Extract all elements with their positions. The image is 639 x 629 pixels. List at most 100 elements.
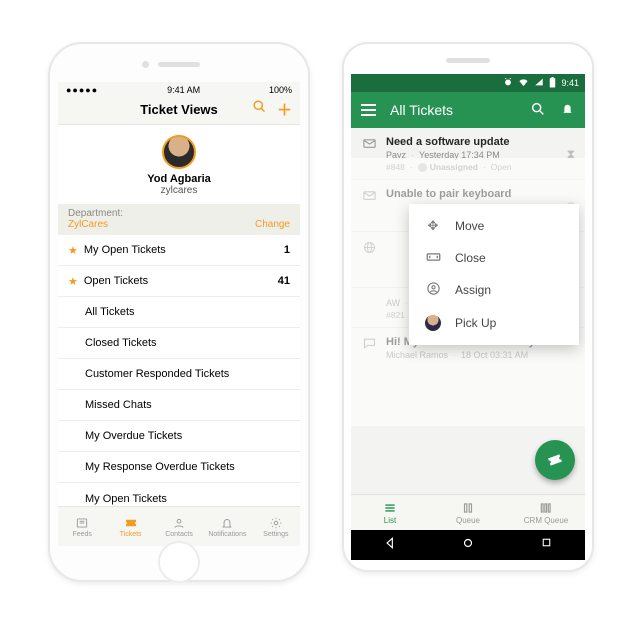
ticket-from: AW [386, 298, 400, 308]
ticket-row[interactable]: Need a software update Pavz · Yesterday … [351, 128, 585, 180]
tab-label: Notifications [208, 531, 246, 538]
globe-icon [361, 240, 377, 280]
home-button[interactable] [158, 541, 200, 583]
view-row[interactable]: ★ Open Tickets 41 [58, 266, 300, 297]
search-icon[interactable] [530, 101, 546, 120]
tab-label: List [384, 516, 396, 525]
status-time: 9:41 [561, 78, 579, 88]
android-toolbar: All Tickets [351, 92, 585, 128]
android-speaker [446, 58, 490, 63]
view-row[interactable]: ★My Open Tickets 1 [58, 235, 300, 266]
view-row[interactable]: Customer Responded Tickets [58, 359, 300, 390]
assign-icon [425, 281, 441, 299]
close-icon [425, 250, 441, 265]
menu-icon[interactable] [361, 104, 376, 116]
tab-settings[interactable]: Settings [252, 507, 300, 546]
tab-label: CRM Queue [524, 516, 568, 525]
department-label: Department: [68, 208, 123, 219]
status-time: 9:41 AM [167, 85, 200, 95]
move-icon: ✥ [425, 218, 441, 234]
tab-list[interactable]: List [351, 495, 429, 530]
view-label: My Open Tickets [85, 493, 167, 505]
ticket-when: 18 Oct 03:31 AM [461, 350, 528, 360]
department-bar: Department: ZylCares Change [58, 204, 300, 235]
menu-pickup[interactable]: Pick Up [409, 307, 579, 339]
view-label: Customer Responded Tickets [85, 368, 229, 380]
bell-icon[interactable] [560, 101, 575, 120]
change-department-button[interactable]: Change [255, 219, 290, 230]
profile-block[interactable]: Yod Agbaria zylcares [58, 125, 300, 204]
android-screen: 9:41 All Tickets [351, 74, 585, 560]
view-label: Closed Tickets [85, 337, 157, 349]
tab-label: Settings [263, 531, 288, 538]
ticket-when: Yesterday 17:34 PM [419, 150, 500, 160]
unassigned-icon [418, 163, 427, 172]
android-status-bar: 9:41 [351, 74, 585, 92]
menu-label: Move [455, 219, 484, 233]
star-icon: ★ [68, 275, 78, 288]
star-icon: ★ [68, 244, 78, 257]
ticket-from: Michael Ramos [386, 350, 448, 360]
battery-icon [549, 77, 556, 90]
tab-crm-queue[interactable]: CRM Queue [507, 495, 585, 530]
ios-header: Ticket Views ＋ [58, 95, 300, 125]
chat-icon [361, 336, 377, 360]
view-row[interactable]: My Overdue Tickets [58, 421, 300, 452]
fab-button[interactable] [535, 440, 575, 480]
iphone-speaker [158, 62, 200, 67]
nav-home[interactable] [461, 536, 475, 555]
wifi-icon [518, 77, 529, 90]
tab-notifications[interactable]: Notifications [203, 507, 251, 546]
view-label: Open Tickets [84, 275, 148, 287]
profile-org: zylcares [58, 185, 300, 196]
add-icon[interactable]: ＋ [277, 99, 292, 120]
ticket-state: Open [491, 162, 512, 172]
hourglass-icon: ⧗ [567, 147, 575, 162]
tab-feeds[interactable]: Feeds [58, 507, 106, 546]
menu-close[interactable]: Close [409, 242, 579, 273]
view-count: 1 [284, 244, 290, 256]
menu-assign[interactable]: Assign [409, 273, 579, 307]
iphone-frame: ●●●●● 9:41 AM 100% Ticket Views ＋ Yod Ag… [48, 42, 310, 582]
tab-label: Contacts [165, 531, 193, 538]
ios-bottom-tabs: Feeds Tickets Contacts Notifications Set… [58, 506, 300, 546]
view-count: 41 [278, 275, 290, 287]
tab-label: Queue [456, 516, 480, 525]
context-menu: ✥ Move Close Assign Pick [409, 204, 579, 345]
mail-icon [361, 188, 377, 224]
tab-tickets[interactable]: Tickets [106, 507, 154, 546]
tab-label: Feeds [72, 531, 91, 538]
status-battery: 100% [269, 85, 292, 95]
nav-recent[interactable] [540, 536, 553, 554]
view-label: All Tickets [85, 306, 135, 318]
ticket-id: #821 [386, 310, 405, 320]
view-label: Missed Chats [85, 399, 152, 411]
tab-label: Tickets [120, 531, 142, 538]
search-icon[interactable] [252, 99, 267, 120]
view-row[interactable]: All Tickets [58, 297, 300, 328]
mail-icon [361, 136, 377, 172]
iphone-screen: ●●●●● 9:41 AM 100% Ticket Views ＋ Yod Ag… [58, 82, 300, 546]
view-row[interactable]: My Response Overdue Tickets [58, 452, 300, 483]
department-value: ZylCares [68, 219, 123, 230]
avatar-icon [425, 315, 441, 331]
profile-name: Yod Agbaria [58, 173, 300, 185]
ticket-from: Pavz [386, 150, 406, 160]
view-label: My Overdue Tickets [85, 430, 182, 442]
android-nav-bar [351, 530, 585, 560]
ticket-subject: Need a software update [386, 136, 558, 148]
view-row[interactable]: Missed Chats [58, 390, 300, 421]
menu-label: Pick Up [455, 316, 496, 330]
view-label: My Response Overdue Tickets [85, 461, 235, 473]
tab-queue[interactable]: Queue [429, 495, 507, 530]
menu-label: Close [455, 251, 486, 265]
ticket-assignee: Unassigned [430, 162, 478, 172]
menu-move[interactable]: ✥ Move [409, 210, 579, 242]
android-frame: 9:41 All Tickets [342, 42, 594, 572]
nav-back[interactable] [383, 536, 397, 555]
views-list: ★My Open Tickets 1 ★Open Tickets 41 All … [58, 235, 300, 514]
iphone-camera [142, 61, 149, 68]
ticket-subject: Unable to pair keyboard [386, 188, 558, 200]
android-bottom-tabs: List Queue CRM Queue [351, 494, 585, 530]
view-row[interactable]: Closed Tickets [58, 328, 300, 359]
